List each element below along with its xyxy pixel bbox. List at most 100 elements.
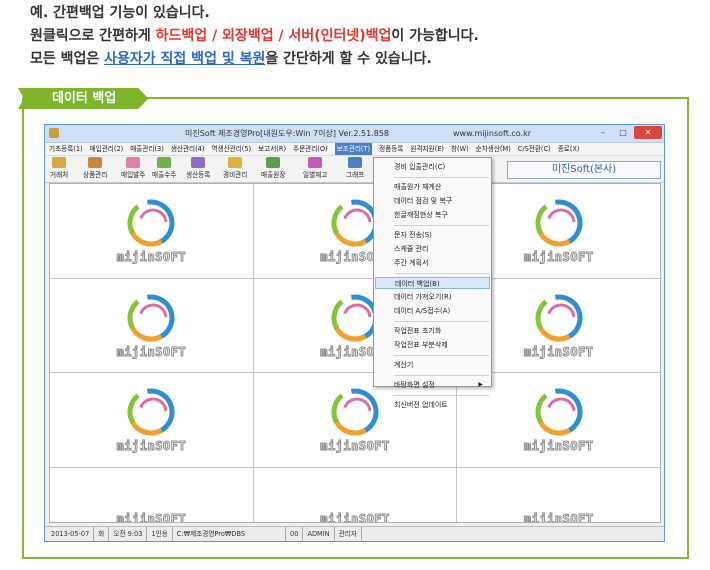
- menu-item-9[interactable]: 원격지원(E): [410, 143, 444, 155]
- toolbar-button-7[interactable]: 일별재고: [303, 157, 327, 179]
- menu-item-1[interactable]: 매입관리(2): [90, 143, 124, 155]
- grid-cell: mijinSOFT: [50, 373, 253, 467]
- menu-item-12[interactable]: C/S전환(C): [518, 143, 551, 155]
- intro-text: 예. 간편백업 기능이 있습니다. 원클릭으로 간편하게 하드백업 / 외장백업…: [30, 2, 700, 71]
- watermark-text: mijinSOFT: [116, 250, 187, 265]
- dropdown-item[interactable]: 계산기: [394, 359, 489, 371]
- status-field-4: C:₩제조경영Pro₩DBS: [173, 527, 287, 541]
- toolbar-label: 그래프: [346, 171, 365, 179]
- toolbar-label: 매출수주: [152, 171, 177, 179]
- toolbar-label: 일별재고: [303, 171, 328, 179]
- menu-item-6[interactable]: 주문관리(O): [293, 143, 328, 155]
- dropdown-item[interactable]: 주간 계획서: [394, 257, 489, 269]
- menu-separator: [394, 355, 489, 356]
- cart-in-icon: [126, 157, 141, 168]
- dropdown-item[interactable]: 데이터 점검 및 복구: [394, 195, 489, 207]
- window-title: 미진Soft 제조경영Pro[내원도우:Win 7이상] Ver.2.51.85…: [185, 129, 389, 138]
- status-bar: 2013-05-07 화 오전 9:03 1인용 C:₩제조경영Pro₩DBS 00 ADM…: [45, 526, 664, 541]
- menu-separator: [394, 375, 489, 376]
- app-window: 미진Soft 제조경영Pro[내원도우:Win 7이상] Ver.2.51.85…: [44, 124, 665, 542]
- dropdown-item[interactable]: 한글깨짐현상 복구: [394, 209, 489, 221]
- dropdown-item[interactable]: 데이터 가져오기(R): [394, 291, 489, 303]
- dropdown-item[interactable]: 작업전표 부분삭제: [394, 339, 489, 351]
- menu-separator: [394, 225, 489, 226]
- watermark-text: mijinSOFT: [116, 344, 187, 359]
- section-label-text: 데이터 백업: [52, 91, 117, 106]
- status-field-3: 1인용: [147, 527, 173, 541]
- watermark-text: mijinSOFT: [320, 439, 390, 454]
- menu-separator: [394, 321, 489, 322]
- menu-item-3[interactable]: 생산관리(4): [171, 143, 205, 155]
- background-grid: mijinSOFT mijinSOFT mijinSOFT mijinSOFT miji…: [49, 183, 661, 523]
- intro-line-1: 예. 간편백업 기능이 있습니다.: [30, 5, 210, 21]
- dropdown-item[interactable]: 바탕화면 설정 ▶: [394, 379, 489, 391]
- intro-line-2-suffix: 이 가능합니다.: [391, 28, 479, 44]
- menu-separator: [394, 273, 489, 274]
- grid-cell: mijinSOFT: [50, 278, 253, 373]
- watermark-text: mijinSOFT: [116, 511, 187, 522]
- dropdown-item[interactable]: 문자 전송(S): [394, 229, 489, 241]
- menu-bar: 기초등록(1) 매입관리(2) 매출관리(3) 생산관리(4) 역생산관리(5) 보고서(…: [45, 143, 664, 156]
- toolbar-button-8[interactable]: 그래프: [346, 157, 364, 179]
- toolbar-label: 거래처: [50, 171, 69, 179]
- grid-cell: mijinSOFT: [253, 467, 457, 522]
- status-field-2: 오전 9:03: [109, 527, 148, 541]
- dropdown-item[interactable]: 최신버전 업데이트: [394, 399, 489, 411]
- watermark-text: mijinSOFT: [523, 511, 594, 522]
- mijinsoft-logo-icon: [534, 293, 584, 343]
- data-backup-menu-item[interactable]: 데이터 백업(B): [375, 277, 490, 289]
- toolbar-label: 매출원장: [261, 171, 286, 179]
- toolbar-button-4[interactable]: 생산등록: [186, 157, 210, 179]
- toolbar-label: 상품관리: [83, 171, 108, 179]
- maximize-button[interactable]: □: [614, 126, 632, 139]
- window-url: www.mijinsoft.co.kr: [453, 129, 532, 138]
- user-backup-restore-highlight: 사용자가 직접 백업 및 복원: [104, 51, 266, 67]
- toolbar: 미진Soft(본사) 거래처 상품관리 매입발주 매출수주 생산등록 경비관리 매출원장 일별…: [45, 156, 664, 183]
- toolbar-button-3[interactable]: 매출수주: [152, 157, 176, 179]
- menu-item-10[interactable]: 창(W): [451, 143, 469, 155]
- intro-line-3-prefix: 모든 백업은: [30, 51, 105, 67]
- dropdown-item[interactable]: 매출원가 재계산: [394, 181, 489, 193]
- menu-item-7[interactable]: 보조관리(T): [334, 143, 373, 155]
- menu-separator: [394, 177, 489, 178]
- menu-item-13[interactable]: 종료(X): [558, 143, 580, 155]
- mijinsoft-logo-icon: [126, 387, 176, 437]
- toolbar-button-0[interactable]: 거래처: [50, 157, 68, 179]
- toolbar-button-5[interactable]: 경비관리: [223, 157, 247, 179]
- mijinsoft-logo-icon: [534, 198, 584, 248]
- menu-item-5[interactable]: 보고서(R): [258, 143, 286, 155]
- window-controls: – □ ✕: [594, 126, 662, 139]
- menu-item-2[interactable]: 매출관리(3): [130, 143, 164, 155]
- submenu-arrow-icon: ▶: [478, 381, 483, 388]
- menu-separator: [394, 395, 489, 396]
- app-icon: [49, 128, 59, 138]
- menu-item-8[interactable]: 정품등록: [379, 143, 403, 155]
- status-field-5: 00: [286, 527, 304, 541]
- menu-item-4[interactable]: 역생산관리(5): [211, 143, 251, 155]
- coins-icon: [228, 157, 243, 168]
- watermark-text: mijinSOFT: [116, 439, 187, 454]
- toolbar-button-2[interactable]: 매입발주: [121, 157, 145, 179]
- aux-management-menu: 경비 입출관리(C) 매출원가 재계산데이터 점검 및 복구한글깨짐현상 복구문자…: [373, 157, 492, 409]
- status-field-0: 2013-05-07: [47, 527, 95, 541]
- section-label: 데이터 백업: [18, 88, 148, 109]
- toolbar-button-6[interactable]: 매출원장: [261, 157, 285, 179]
- grid-cell: mijinSOFT: [457, 467, 660, 522]
- minimize-button[interactable]: –: [594, 126, 612, 139]
- watermark-text: mijinSOFT: [523, 439, 594, 454]
- menu-item-0[interactable]: 기초등록(1): [49, 143, 83, 155]
- toolbar-button-1[interactable]: 상품관리: [83, 157, 107, 179]
- box-icon: [88, 157, 103, 168]
- window-titlebar: 미진Soft 제조경영Pro[내원도우:Win 7이상] Ver.2.51.85…: [45, 125, 664, 143]
- dropdown-item[interactable]: 스케쥴 관리: [394, 243, 489, 255]
- ledger-icon: [266, 157, 281, 168]
- close-button[interactable]: ✕: [634, 126, 662, 139]
- dropdown-item[interactable]: 경비 입출관리(C): [394, 161, 489, 173]
- chart-icon: [348, 157, 363, 168]
- gear-icon: [191, 157, 206, 168]
- menu-item-11[interactable]: 순차생산(M): [476, 143, 511, 155]
- intro-line-3: 모든 백업은 사용자가 직접 백업 및 복원을 간단하게 할 수 있습니다.: [30, 48, 700, 71]
- dropdown-item[interactable]: 데이터 A/S접수(A): [394, 305, 489, 317]
- dropdown-item[interactable]: 작업전표 초기화: [394, 325, 489, 337]
- cart-out-icon: [157, 157, 172, 168]
